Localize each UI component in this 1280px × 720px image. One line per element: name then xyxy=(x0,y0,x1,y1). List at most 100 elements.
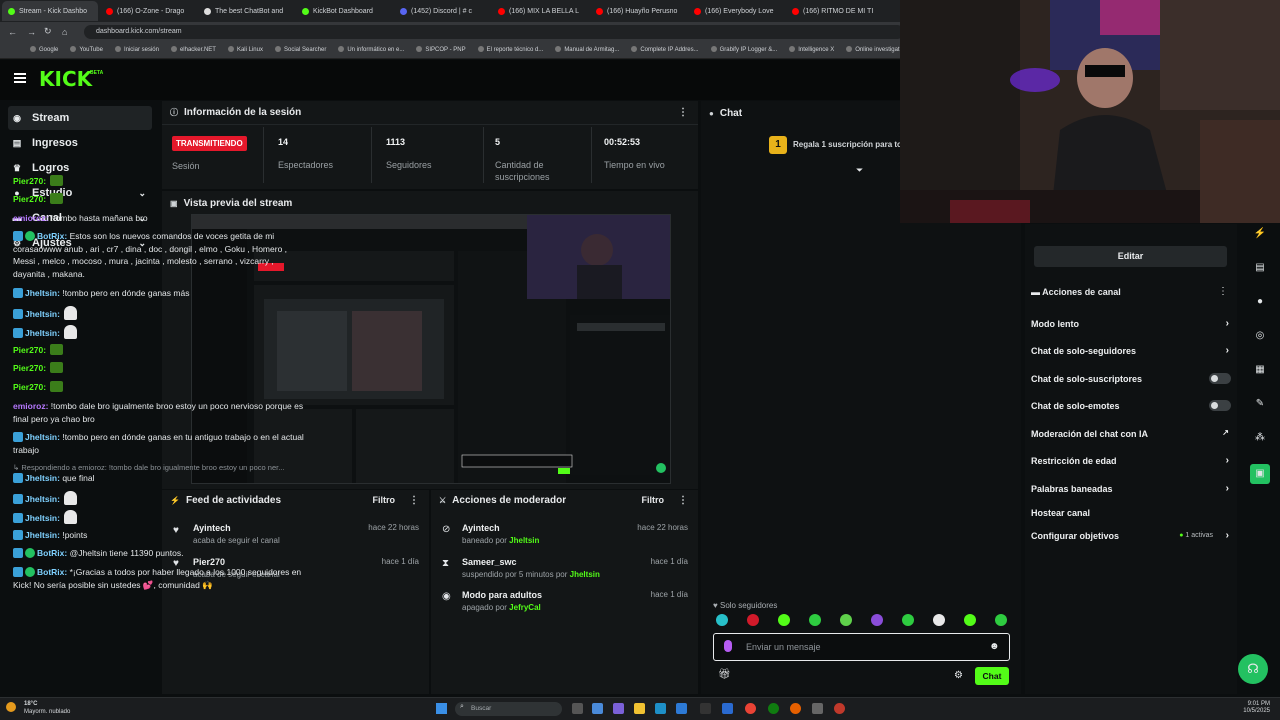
browser-tab[interactable]: The best ChatBot and xyxy=(198,1,294,21)
channel-action-item[interactable]: Chat de solo-suscriptores xyxy=(1031,373,1231,384)
layout-icon[interactable]: ▦ xyxy=(1250,360,1270,380)
chat-username[interactable]: Jheltsin: xyxy=(25,432,60,442)
chat-username[interactable]: Jheltsin: xyxy=(25,328,60,338)
bookmark-item[interactable]: elhacker.NET xyxy=(171,46,216,53)
emoji-picker-icon[interactable]: ☻ xyxy=(989,641,1000,652)
channel-action-item[interactable]: Palabras baneadas › xyxy=(1031,483,1231,494)
chat-username[interactable]: Pier270: xyxy=(13,194,46,204)
channel-action-item[interactable]: Moderación del chat con IA ↗ xyxy=(1031,428,1231,439)
task-view-icon[interactable] xyxy=(572,703,583,714)
kick-logo[interactable]: KICK xyxy=(39,67,92,91)
share-icon[interactable]: ⁂ xyxy=(1250,428,1270,448)
more-options-icon[interactable]: ⋮ xyxy=(678,107,688,118)
edit-button[interactable]: Editar xyxy=(1034,246,1227,267)
chat-input[interactable]: Enviar un mensaje xyxy=(713,633,1010,661)
bookmark-item[interactable]: Intelligence X xyxy=(789,46,834,53)
emote-quick-icon[interactable] xyxy=(840,614,852,626)
store-icon[interactable] xyxy=(676,703,687,714)
bookmark-item[interactable]: YouTube xyxy=(70,46,103,53)
chat-bubble-icon[interactable]: ● xyxy=(1250,292,1270,312)
menu-icon[interactable] xyxy=(14,73,26,83)
home-icon[interactable]: ⌂ xyxy=(62,27,67,37)
windows-start-icon[interactable] xyxy=(436,703,447,714)
browser-tab[interactable]: (166) MIX LA BELLA L xyxy=(492,1,588,21)
filter-button[interactable]: Filtro xyxy=(642,495,665,505)
edge-icon[interactable] xyxy=(655,703,666,714)
kick-mic-icon[interactable] xyxy=(724,640,732,652)
chat-username[interactable]: Jheltsin: xyxy=(25,494,60,504)
chat-username[interactable]: Pier270: xyxy=(13,363,46,373)
taskbar-search[interactable]: Buscar xyxy=(455,702,562,716)
xbox-icon[interactable] xyxy=(768,703,779,714)
browser-tab[interactable]: (166) Huayño Perusno xyxy=(590,1,686,21)
bookmark-item[interactable]: Kali Linux xyxy=(228,46,263,53)
chat-username[interactable]: Jheltsin: xyxy=(25,473,60,483)
sidebar-item-ingresos[interactable]: ▤ Ingresos xyxy=(8,131,152,155)
chat-username[interactable]: BotRix: xyxy=(37,548,67,558)
chrome-icon[interactable] xyxy=(745,703,756,714)
chevron-down-icon[interactable]: ⏷ xyxy=(856,165,863,176)
bookmark-item[interactable]: Social Searcher xyxy=(275,46,326,53)
app-icon[interactable] xyxy=(812,703,823,714)
emote-quick-icon[interactable] xyxy=(902,614,914,626)
file-explorer-icon[interactable] xyxy=(634,703,645,714)
chat-username[interactable]: Pier270: xyxy=(13,176,46,186)
chat-username[interactable]: Jheltsin: xyxy=(25,288,60,298)
bot-app-icon[interactable]: ▣ xyxy=(1250,464,1270,484)
browser-tab[interactable]: (166) Everybody Love xyxy=(688,1,784,21)
sidebar-item-stream[interactable]: ◉ Stream xyxy=(8,106,152,130)
browser-tab[interactable]: (166) O-Zone - Drago xyxy=(100,1,196,21)
browser-tab[interactable]: (1452) Discord | # c xyxy=(394,1,490,21)
filter-button[interactable]: Filtro xyxy=(373,495,396,505)
bookmark-item[interactable]: El reporte técnico d... xyxy=(478,46,544,53)
steam-icon[interactable] xyxy=(700,703,711,714)
emote-quick-icon[interactable] xyxy=(964,614,976,626)
bookmark-item[interactable]: Manual de Armitag... xyxy=(555,46,619,53)
emote-quick-icon[interactable] xyxy=(933,614,945,626)
emote-quick-icon[interactable] xyxy=(871,614,883,626)
more-options-icon[interactable]: ⋮ xyxy=(678,495,688,506)
channel-action-item[interactable]: Chat de solo-seguidores › xyxy=(1031,345,1231,356)
chat-username[interactable]: emioroz: xyxy=(13,401,48,411)
lightning-icon[interactable]: ⚡ xyxy=(1250,224,1270,244)
emote-quick-icon[interactable] xyxy=(716,614,728,626)
back-icon[interactable]: ← xyxy=(8,27,17,37)
emote-quick-icon[interactable] xyxy=(778,614,790,626)
moderator-name[interactable]: JefryCal xyxy=(509,603,541,612)
bookmark-item[interactable]: Un informático en e... xyxy=(338,46,404,53)
toggle-switch[interactable] xyxy=(1209,400,1231,411)
chat-username[interactable]: Jheltsin: xyxy=(25,530,60,540)
moderator-name[interactable]: Jheltsin xyxy=(509,536,539,545)
chat-username[interactable]: Jheltsin: xyxy=(25,309,60,319)
forward-icon[interactable]: → xyxy=(27,27,36,37)
url-field[interactable]: dashboard.kick.com/stream xyxy=(84,24,904,39)
chat-username[interactable]: Jheltsin: xyxy=(25,513,60,523)
firefox-icon[interactable] xyxy=(790,703,801,714)
chat-username[interactable]: BotRix: xyxy=(37,567,67,577)
reply-preview[interactable]: Respondiendo a emioroz: !tombo dale bro … xyxy=(21,463,284,472)
bookmark-item[interactable]: Google xyxy=(30,46,58,53)
broadcast-icon[interactable]: ◎ xyxy=(1250,326,1270,346)
bookmark-item[interactable]: Complete IP Addres... xyxy=(631,46,698,53)
moderator-name[interactable]: Jheltsin xyxy=(570,570,600,579)
bookmark-item[interactable]: Grabify IP Logger &... xyxy=(711,46,778,53)
bookmark-item[interactable]: Iniciar sesión xyxy=(115,46,159,53)
clipboard-icon[interactable]: ▤ xyxy=(1250,258,1270,278)
channel-action-item[interactable]: Hostear canal xyxy=(1031,508,1231,518)
gift-subscription-banner[interactable]: Regala 1 suscripción para tom xyxy=(793,140,909,149)
channel-action-item[interactable]: Chat de solo-emotes xyxy=(1031,400,1231,411)
more-options-icon[interactable]: ⋮ xyxy=(409,495,419,506)
chat-username[interactable]: BotRix: xyxy=(37,231,67,241)
emote-quick-icon[interactable] xyxy=(995,614,1007,626)
wrench-icon[interactable]: ✎ xyxy=(1250,394,1270,414)
obs-icon[interactable] xyxy=(834,703,845,714)
toggle-switch[interactable] xyxy=(1209,373,1231,384)
app-icon[interactable] xyxy=(592,703,603,714)
channel-action-item[interactable]: Modo lento › xyxy=(1031,318,1231,329)
send-chat-button[interactable]: Chat xyxy=(975,667,1009,685)
chat-username[interactable]: emioroz: xyxy=(13,213,48,223)
reload-icon[interactable]: ↻ xyxy=(44,26,52,37)
browser-tab[interactable]: (166) RITMO DE MI TI xyxy=(786,1,882,21)
chat-username[interactable]: Pier270: xyxy=(13,345,46,355)
support-headset-icon[interactable]: ☊ xyxy=(1238,654,1268,684)
